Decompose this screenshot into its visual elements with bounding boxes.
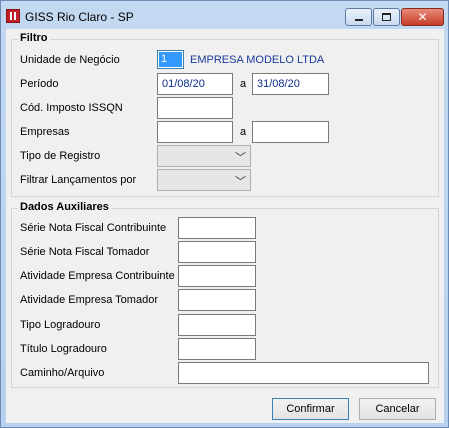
atividade-contribuinte-label: Atividade Empresa Contribuinte — [20, 270, 175, 282]
periodo-from-field[interactable]: 01/08/20 — [157, 73, 233, 95]
periodo-separator: a — [240, 78, 247, 90]
periodo-label: Período — [20, 78, 59, 90]
filtro-group-title: Filtro — [18, 32, 50, 44]
titulo-logradouro-field[interactable] — [178, 338, 256, 360]
chevron-down-icon: ﹀ — [235, 176, 246, 188]
confirmar-button[interactable]: Confirmar — [272, 398, 349, 420]
maximize-icon — [382, 13, 391, 21]
tipo-registro-label: Tipo de Registro — [20, 150, 101, 162]
unidade-code-field[interactable]: 1 — [157, 50, 184, 69]
atividade-tomador-field[interactable] — [178, 289, 256, 311]
dialog-window: GISS Rio Claro - SP ✕ Filtro Unidade de … — [0, 0, 449, 428]
atividade-tomador-label: Atividade Empresa Tomador — [20, 294, 158, 306]
chevron-down-icon: ﹀ — [235, 152, 246, 164]
tipo-logradouro-field[interactable] — [178, 314, 256, 336]
close-button[interactable]: ✕ — [401, 8, 444, 26]
imposto-label: Cód. Imposto ISSQN — [20, 102, 123, 114]
periodo-to-field[interactable]: 31/08/20 — [252, 73, 329, 95]
auxiliares-group-title: Dados Auxiliares — [18, 201, 111, 213]
filtrar-label: Filtrar Lançamentos por — [20, 174, 137, 186]
titulo-logradouro-label: Título Logradouro — [20, 343, 107, 355]
empresas-separator: a — [240, 126, 247, 138]
minimize-button[interactable] — [345, 8, 372, 26]
cancelar-button[interactable]: Cancelar — [359, 398, 436, 420]
unidade-code-value: 1 — [159, 52, 182, 67]
unidade-label: Unidade de Negócio — [20, 54, 120, 66]
app-logo-icon — [6, 9, 20, 23]
minimize-icon — [354, 18, 363, 21]
title-bar[interactable]: GISS Rio Claro - SP ✕ — [1, 1, 448, 29]
atividade-contribuinte-field[interactable] — [178, 265, 256, 287]
imposto-field[interactable] — [157, 97, 233, 119]
serie-tomador-label: Série Nota Fiscal Tomador — [20, 246, 150, 258]
serie-tomador-field[interactable] — [178, 241, 256, 263]
empresas-to-field[interactable] — [252, 121, 329, 143]
window-title: GISS Rio Claro - SP — [25, 10, 134, 24]
tipo-registro-select[interactable]: ﹀ — [157, 145, 251, 167]
empresas-from-field[interactable] — [157, 121, 233, 143]
caminho-label: Caminho/Arquivo — [20, 367, 105, 379]
maximize-button[interactable] — [373, 8, 400, 26]
empresas-label: Empresas — [20, 126, 70, 138]
close-icon: ✕ — [417, 10, 428, 24]
dialog-body: Filtro Unidade de Negócio 1 EMPRESA MODE… — [6, 29, 444, 423]
serie-contribuinte-label: Série Nota Fiscal Contribuinte — [20, 222, 167, 234]
caminho-field[interactable] — [178, 362, 429, 384]
tipo-logradouro-label: Tipo Logradouro — [20, 319, 101, 331]
filtrar-select[interactable]: ﹀ — [157, 169, 251, 191]
serie-contribuinte-field[interactable] — [178, 217, 256, 239]
unidade-name: EMPRESA MODELO LTDA — [190, 54, 325, 66]
